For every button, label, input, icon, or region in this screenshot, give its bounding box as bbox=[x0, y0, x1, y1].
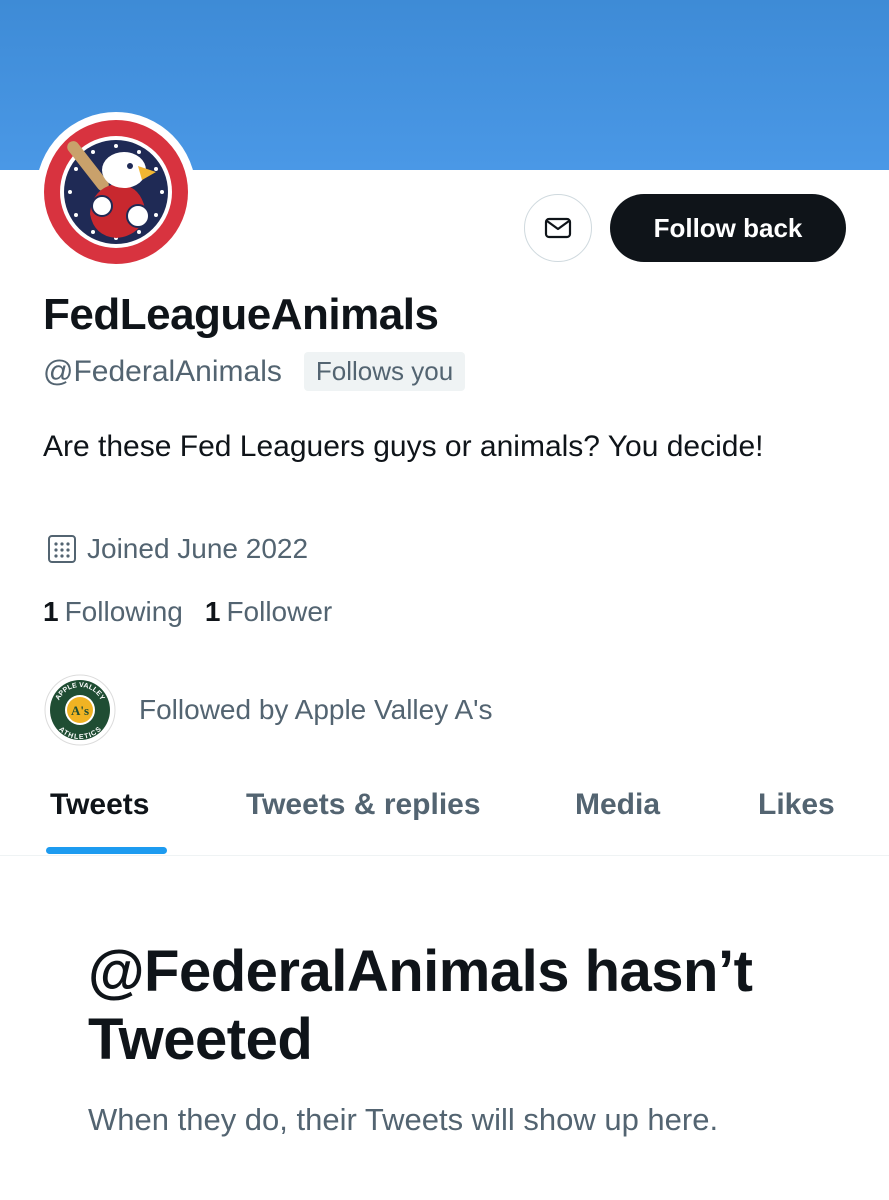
followers-count: 1 bbox=[204, 596, 221, 627]
handle-row: @FederalAnimals Follows you bbox=[43, 352, 466, 391]
profile-tabs: Tweets Tweets & replies Media Likes bbox=[0, 770, 889, 856]
apple-valley-athletics-logo: APPLE VALLEY ATHLETICS A's bbox=[44, 674, 116, 746]
tab-tweets-replies[interactable]: Tweets & replies bbox=[246, 788, 481, 822]
follows-you-badge: Follows you bbox=[303, 352, 466, 391]
active-tab-indicator bbox=[46, 847, 167, 854]
followers-link[interactable]: 1 Follower bbox=[205, 596, 332, 628]
followed-by-row[interactable]: APPLE VALLEY ATHLETICS A's Followed by A… bbox=[43, 673, 492, 747]
logo-text-center: A's bbox=[71, 703, 89, 718]
following-link[interactable]: 1 Following bbox=[43, 596, 183, 628]
empty-state-title: @FederalAnimals hasn’t Tweeted bbox=[88, 939, 753, 1072]
calendar-icon bbox=[48, 535, 76, 563]
followed-by-avatar: APPLE VALLEY ATHLETICS A's bbox=[43, 673, 117, 747]
profile-avatar[interactable] bbox=[36, 112, 196, 272]
user-handle: @FederalAnimals bbox=[43, 354, 282, 388]
followed-by-text: Followed by Apple Valley A's bbox=[139, 694, 493, 725]
tab-media[interactable]: Media bbox=[575, 788, 660, 822]
tab-tweets[interactable]: Tweets bbox=[50, 788, 149, 822]
empty-state-subtitle: When they do, their Tweets will show up … bbox=[88, 1102, 719, 1137]
joined-date-row: Joined June 2022 bbox=[45, 532, 308, 566]
display-name: FedLeagueAnimals bbox=[43, 290, 439, 339]
following-count: 1 bbox=[43, 596, 59, 627]
following-label: Following bbox=[64, 596, 183, 627]
tab-likes[interactable]: Likes bbox=[758, 788, 835, 822]
follow-back-button[interactable]: Follow back bbox=[610, 194, 846, 262]
eagle-baseball-logo bbox=[44, 120, 188, 264]
envelope-icon bbox=[544, 217, 572, 239]
message-button[interactable] bbox=[524, 194, 592, 262]
joined-date: Joined June 2022 bbox=[87, 533, 309, 564]
follow-stats: 1 Following 1 Follower bbox=[43, 596, 354, 628]
profile-bio: Are these Fed Leaguers guys or animals? … bbox=[43, 430, 764, 463]
followers-label: Follower bbox=[226, 596, 333, 627]
